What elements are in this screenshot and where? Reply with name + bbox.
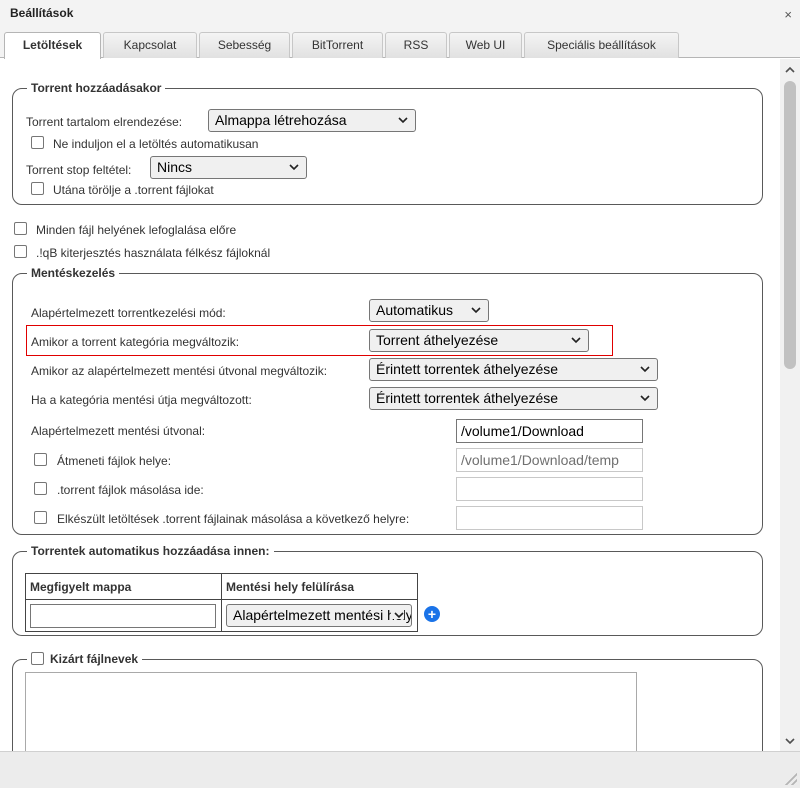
default-mode-label: Alapértelmezett torrentkezelési mód: (31, 306, 226, 320)
tab-webui[interactable]: Web UI (449, 32, 522, 58)
tab-bittorrent[interactable]: BitTorrent (292, 32, 383, 58)
dialog-footer (0, 751, 800, 788)
default-save-path-label: Alapértelmezett mentési útvonal: (31, 424, 206, 438)
copy-finished-checkbox[interactable] (34, 511, 47, 524)
category-changed-label: Amikor a torrent kategória megváltozik: (31, 335, 240, 349)
chevron-down-icon (398, 110, 408, 124)
chevron-down-icon (391, 605, 404, 619)
preallocate-checkbox[interactable] (14, 222, 27, 235)
content-layout-value: Almappa létrehozása (215, 112, 347, 128)
window-title: Beállítások (10, 6, 74, 20)
excluded-files-checkbox[interactable] (31, 652, 44, 665)
col-save-override: Mentési hely felülírása (221, 573, 418, 600)
delete-torrent-checkbox[interactable] (31, 182, 44, 195)
chevron-down-icon (640, 388, 650, 402)
category-path-changed-select[interactable]: Érintett torrentek áthelyezése (369, 387, 658, 410)
stop-condition-value: Nincs (157, 159, 193, 175)
copy-torrent-checkbox[interactable] (34, 482, 47, 495)
category-path-changed-value: Érintett torrentek áthelyezése (376, 390, 559, 406)
scroll-up-arrow[interactable] (780, 59, 800, 79)
chevron-down-icon (471, 300, 481, 314)
default-path-changed-select[interactable]: Érintett torrentek áthelyezése (369, 358, 658, 381)
category-path-changed-label: Ha a kategória mentési útja megváltozott… (31, 393, 252, 407)
watched-folder-cell (25, 599, 222, 632)
scroll-down-arrow[interactable] (780, 731, 800, 751)
temp-path-input[interactable]: /volume1/Download/temp (456, 448, 643, 472)
default-path-changed-label: Amikor az alapértelmezett mentési útvona… (31, 364, 328, 378)
save-override-cell: Alapértelmezett mentési hely (221, 599, 418, 632)
default-mode-value: Automatikus (376, 302, 454, 318)
tab-connection[interactable]: Kapcsolat (103, 32, 197, 58)
copy-finished-input[interactable] (456, 506, 643, 530)
resize-grip-icon[interactable] (785, 773, 797, 785)
save-override-select[interactable]: Alapértelmezett mentési hely (226, 604, 412, 627)
chevron-down-icon (640, 359, 650, 373)
close-icon[interactable]: × (784, 7, 792, 22)
tab-bar: Letöltések Kapcsolat Sebesség BitTorrent… (0, 28, 800, 59)
excluded-files-textarea[interactable] (25, 672, 637, 751)
watched-folders-legend: Torrentek automatikus hozzáadása innen: (31, 544, 270, 558)
vertical-scrollbar[interactable] (780, 59, 800, 751)
temp-path-label: Átmeneti fájlok helye: (57, 454, 172, 468)
scroll-thumb[interactable] (784, 81, 796, 369)
stop-condition-select[interactable]: Nincs (150, 156, 307, 179)
save-override-value: Alapértelmezett mentési hely (233, 607, 412, 623)
excluded-files-label: Kizárt fájlnevek (50, 652, 139, 666)
tab-advanced[interactable]: Speciális beállítások (524, 32, 679, 58)
copy-torrent-label: .torrent fájlok másolása ide: (57, 483, 204, 497)
tab-rss[interactable]: RSS (385, 32, 447, 58)
chevron-up-icon (785, 66, 795, 73)
window-titlebar: Beállítások × (0, 0, 800, 28)
default-mode-select[interactable]: Automatikus (369, 299, 489, 322)
excluded-files-legend: Kizárt fájlnevek (27, 652, 142, 666)
no-autostart-checkbox[interactable] (31, 136, 44, 149)
tab-downloads[interactable]: Letöltések (4, 32, 101, 59)
content-layout-label: Torrent tartalom elrendezése: (26, 115, 183, 129)
chevron-down-icon (289, 157, 299, 171)
content-layout-select[interactable]: Almappa létrehozása (208, 109, 416, 132)
no-autostart-label: Ne induljon el a letöltés automatikusan (53, 137, 259, 151)
default-save-path-input[interactable]: /volume1/Download (456, 419, 643, 443)
chevron-down-icon (571, 330, 581, 344)
category-changed-select[interactable]: Torrent áthelyezése (369, 329, 589, 352)
watched-folder-input[interactable] (30, 603, 216, 628)
chevron-down-icon (785, 738, 795, 745)
stop-condition-label: Torrent stop feltétel: (26, 163, 132, 177)
settings-content: Torrent hozzáadásakor Torrent tartalom e… (0, 59, 780, 751)
iqb-extension-label: .!qB kiterjesztés használata félkész fáj… (36, 246, 271, 260)
delete-torrent-label: Utána törölje a .torrent fájlokat (53, 183, 214, 197)
copy-finished-label: Elkészült letöltések .torrent fájlainak … (57, 512, 410, 526)
watched-folders-table: Megfigyelt mappa Mentési hely felülírása… (25, 573, 418, 632)
iqb-extension-checkbox[interactable] (14, 245, 27, 258)
temp-path-checkbox[interactable] (34, 453, 47, 466)
default-path-changed-value: Érintett torrentek áthelyezése (376, 361, 559, 377)
preallocate-label: Minden fájl helyének lefoglalása előre (36, 223, 237, 237)
add-torrent-legend: Torrent hozzáadásakor (31, 81, 162, 95)
copy-torrent-input[interactable] (456, 477, 643, 501)
col-watched-folder: Megfigyelt mappa (25, 573, 222, 600)
category-changed-value: Torrent áthelyezése (376, 332, 499, 348)
tab-speed[interactable]: Sebesség (199, 32, 290, 58)
add-folder-icon[interactable]: + (424, 606, 440, 622)
saving-management-legend: Mentéskezelés (31, 266, 116, 280)
